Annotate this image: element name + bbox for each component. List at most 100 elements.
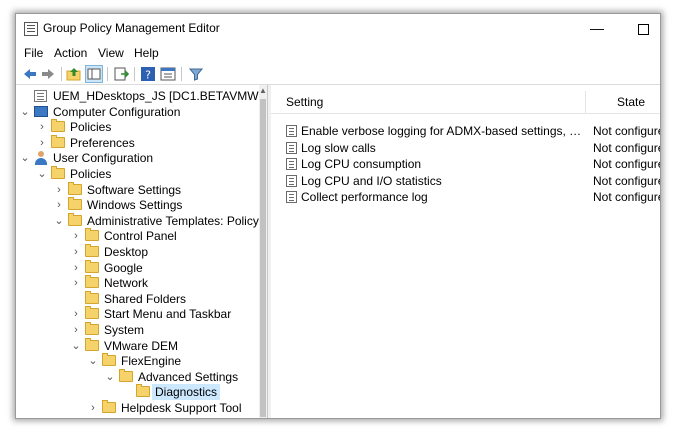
folder-icon xyxy=(102,353,116,367)
tree-node[interactable]: ⌄ VMware DEM xyxy=(16,337,259,354)
chevron-down-icon[interactable]: ⌄ xyxy=(37,166,47,182)
setting-row[interactable]: Log CPU and I/O statistics Not configured xyxy=(271,173,660,189)
setting-row[interactable]: Enable verbose logging for ADMX-based se… xyxy=(271,123,660,139)
setting-state: Not configured xyxy=(593,173,660,188)
chevron-right-icon[interactable]: › xyxy=(37,135,47,151)
toolbar-separator xyxy=(181,67,182,81)
chevron-down-icon[interactable]: ⌄ xyxy=(54,213,64,229)
chevron-right-icon[interactable]: › xyxy=(71,275,81,291)
tree-node[interactable]: › Control Panel xyxy=(16,228,259,244)
tree-node[interactable]: › Start Menu and Taskbar xyxy=(16,306,259,322)
maximize-button[interactable] xyxy=(620,14,660,44)
export-list-icon[interactable] xyxy=(113,66,129,82)
chevron-right-icon[interactable]: › xyxy=(71,260,81,276)
chevron-right-icon[interactable]: › xyxy=(71,228,81,244)
chevron-down-icon[interactable]: ⌄ xyxy=(105,369,115,385)
setting-state: Not configured xyxy=(593,157,660,171)
tree-node[interactable]: › Windows Settings xyxy=(16,197,259,213)
up-folder-icon[interactable] xyxy=(66,66,82,82)
tree-node[interactable]: › Network xyxy=(16,275,259,291)
folder-icon xyxy=(85,290,99,304)
tree-node[interactable]: ⌄ Administrative Templates: Policy d xyxy=(16,212,259,229)
toolbar: ? xyxy=(16,64,660,85)
folder-icon xyxy=(85,259,99,273)
policy-setting-icon xyxy=(286,174,297,187)
chevron-right-icon[interactable]: › xyxy=(54,197,64,213)
tree-node[interactable]: › Desktop xyxy=(16,244,259,260)
back-icon[interactable] xyxy=(22,66,38,82)
tree-node[interactable]: ⌄ Advanced Settings xyxy=(16,368,259,385)
tree-node[interactable]: › Policies xyxy=(16,119,259,135)
properties-icon[interactable] xyxy=(160,66,176,82)
console-tree[interactable]: UEM_HDesktops_JS [DC1.BETAVMWEUC.COM ⌄ Com… xyxy=(16,85,259,418)
tree-node-label: UEM_HDesktops_JS [DC1.BETAVMWEUC.COM xyxy=(53,89,259,103)
user-icon xyxy=(34,151,48,166)
tree-node[interactable]: › Preferences xyxy=(16,134,259,151)
tree-node[interactable]: › System xyxy=(16,322,259,338)
tree-node[interactable]: Diagnostics xyxy=(16,384,259,401)
menu-view[interactable]: View xyxy=(98,46,124,60)
menu-file[interactable]: File xyxy=(24,46,43,60)
help-icon[interactable]: ? xyxy=(140,66,156,82)
column-setting[interactable]: Setting xyxy=(286,95,323,109)
tree-node[interactable]: ⌄ Computer Configuration xyxy=(16,104,259,120)
tree-node[interactable]: Shared Folders xyxy=(16,290,259,307)
folder-icon xyxy=(51,166,65,179)
tree-node[interactable]: ⌄ User Configuration xyxy=(16,150,259,166)
folder-icon xyxy=(51,134,65,148)
setting-name: Log slow calls xyxy=(301,140,376,155)
folder-icon xyxy=(85,275,99,289)
chevron-right-icon[interactable]: › xyxy=(54,182,64,198)
tree-node[interactable]: ⌄ FlexEngine xyxy=(16,353,259,369)
tree-node-label: Control Panel xyxy=(104,229,177,244)
folder-icon xyxy=(85,228,99,242)
window-title: Group Policy Management Editor xyxy=(43,21,220,35)
gpo-icon xyxy=(34,90,47,102)
tree-node-label: Google xyxy=(104,260,143,275)
setting-row[interactable]: Log slow calls Not configured xyxy=(271,140,660,156)
show-hide-tree-icon[interactable] xyxy=(85,65,103,83)
folder-icon xyxy=(68,212,82,226)
menu-help[interactable]: Help xyxy=(134,46,159,60)
tree-node[interactable]: › Helpdesk Support Tool xyxy=(16,400,259,416)
tree-node-label: User Configuration xyxy=(53,151,154,166)
policy-setting-icon xyxy=(286,141,297,154)
setting-row[interactable]: Collect performance log Not configured xyxy=(271,189,660,205)
scroll-up-icon[interactable]: ▲ xyxy=(259,87,267,95)
folder-icon xyxy=(85,244,99,257)
setting-row[interactable]: Log CPU consumption Not configured xyxy=(271,156,660,172)
chevron-right-icon[interactable]: › xyxy=(71,306,81,322)
column-divider[interactable] xyxy=(585,91,586,113)
chevron-right-icon[interactable]: › xyxy=(88,400,98,416)
folder-icon xyxy=(102,400,116,413)
minimize-button[interactable]: — xyxy=(574,14,620,44)
toolbar-separator xyxy=(61,67,62,81)
tree-node[interactable]: › Software Settings xyxy=(16,181,259,198)
folder-icon xyxy=(68,181,82,195)
chevron-right-icon[interactable]: › xyxy=(37,119,47,135)
chevron-down-icon[interactable]: ⌄ xyxy=(20,150,30,166)
tree-node-label: Policies xyxy=(70,167,112,181)
chevron-down-icon[interactable]: ⌄ xyxy=(71,338,81,354)
tree-node-label: FlexEngine xyxy=(121,354,182,369)
tree-node[interactable]: ⌄ Policies xyxy=(16,166,259,182)
scroll-thumb[interactable] xyxy=(260,99,266,417)
tree-scrollbar[interactable]: ▲ xyxy=(259,85,267,418)
column-state[interactable]: State xyxy=(617,95,645,109)
setting-name: Collect performance log xyxy=(301,190,428,204)
tree-node[interactable]: UEM_HDesktops_JS [DC1.BETAVMWEUC.COM xyxy=(16,88,259,104)
chevron-down-icon[interactable]: ⌄ xyxy=(88,353,98,369)
tree-node[interactable]: › Google xyxy=(16,259,259,276)
tree-node-label: Preferences xyxy=(70,135,135,150)
chevron-right-icon[interactable]: › xyxy=(71,322,81,338)
filter-icon[interactable] xyxy=(188,66,204,82)
tree-node-label: Administrative Templates: Policy d xyxy=(87,213,259,228)
menu-action[interactable]: Action xyxy=(54,46,87,60)
title-bar[interactable]: Group Policy Management Editor — xyxy=(16,14,660,44)
chevron-down-icon[interactable]: ⌄ xyxy=(20,104,30,120)
chevron-right-icon[interactable]: › xyxy=(71,244,81,260)
forward-icon[interactable] xyxy=(40,66,56,82)
tree-node-label: Advanced Settings xyxy=(138,369,239,384)
